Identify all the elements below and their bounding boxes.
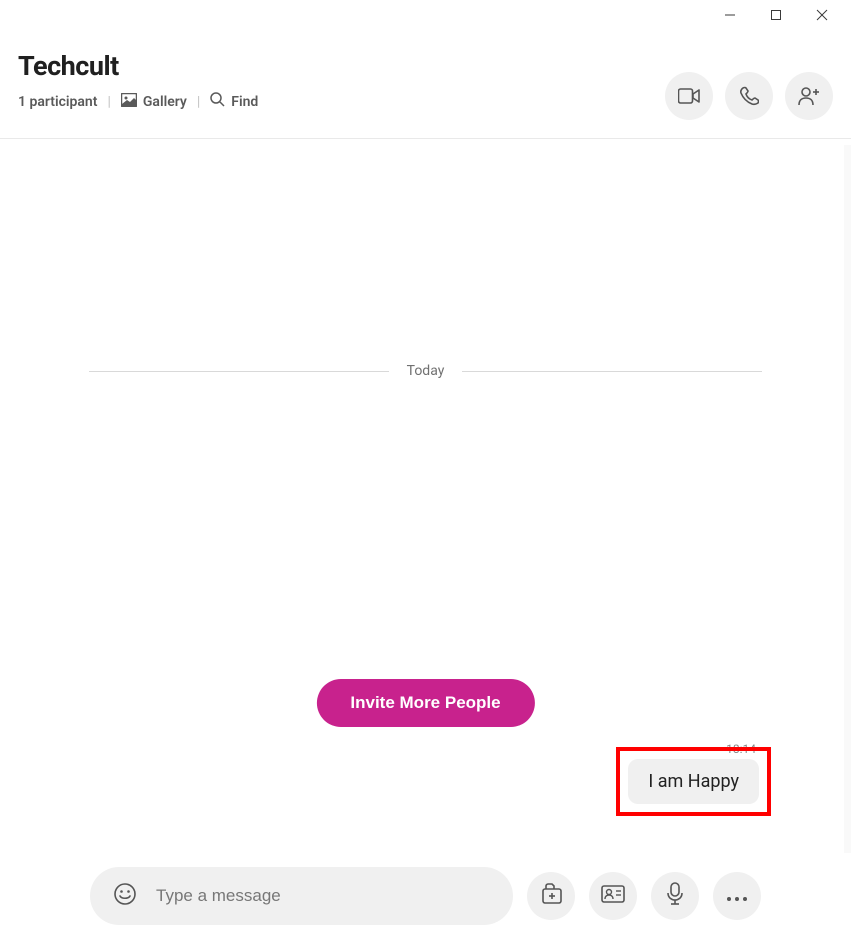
compose-bar (0, 867, 851, 925)
send-contact-button[interactable] (589, 872, 637, 920)
emoji-picker-button[interactable] (112, 883, 138, 909)
compose-input-container[interactable] (90, 867, 513, 925)
gallery-icon (121, 93, 137, 111)
more-icon (726, 887, 748, 906)
message-highlight-box: I am Happy (616, 747, 771, 816)
date-label: Today (389, 363, 463, 379)
participants-label[interactable]: 1 participant (18, 94, 97, 110)
divider-line (462, 371, 762, 372)
phone-icon (739, 86, 759, 106)
video-call-button[interactable] (665, 72, 713, 120)
gallery-label: Gallery (143, 94, 187, 110)
date-divider: Today (0, 363, 851, 379)
add-files-button[interactable] (527, 872, 575, 920)
gallery-link[interactable]: Gallery (121, 93, 187, 111)
message-input[interactable] (156, 886, 491, 906)
chat-area: Today Invite More People 18:14 I am Happ… (0, 139, 851, 854)
video-icon (678, 88, 700, 104)
message-text: I am Happy (648, 771, 739, 792)
divider-line (89, 371, 389, 372)
more-options-button[interactable] (713, 872, 761, 920)
add-participant-button[interactable] (785, 72, 833, 120)
header-actions (665, 72, 833, 120)
scrollbar[interactable] (844, 145, 851, 853)
minimize-button[interactable] (707, 1, 753, 29)
microphone-icon (666, 882, 684, 910)
chat-subheader: 1 participant | Gallery | Find (18, 92, 258, 111)
add-person-icon (797, 86, 821, 106)
chat-title[interactable]: Techcult (18, 50, 258, 82)
smiley-icon (113, 882, 137, 910)
invite-more-people-button[interactable]: Invite More People (316, 679, 534, 727)
window-titlebar (0, 0, 851, 30)
maximize-button[interactable] (753, 1, 799, 29)
separator: | (197, 94, 200, 110)
audio-call-button[interactable] (725, 72, 773, 120)
find-label: Find (231, 94, 258, 110)
chat-header: Techcult 1 participant | Gallery | Find (0, 30, 851, 139)
find-link[interactable]: Find (210, 92, 258, 111)
voice-message-button[interactable] (651, 872, 699, 920)
contact-card-icon (601, 885, 625, 907)
add-files-icon (539, 883, 563, 909)
search-icon (210, 92, 225, 111)
close-button[interactable] (799, 1, 845, 29)
separator: | (107, 94, 110, 110)
sent-message-bubble[interactable]: I am Happy (628, 759, 759, 804)
